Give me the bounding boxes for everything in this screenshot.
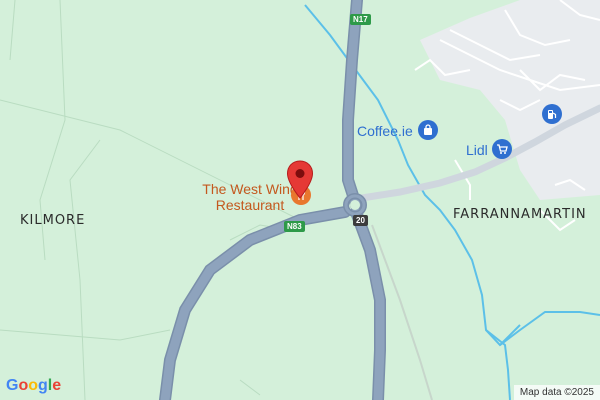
google-logo: Google [6, 377, 62, 394]
map-attribution[interactable]: Map data ©2025 [513, 385, 600, 400]
place-label-farrannamartin: FARRANNAMARTIN [453, 207, 587, 222]
poi-label-coffee[interactable]: Coffee.ie [357, 123, 413, 139]
map-canvas[interactable]: N17 N83 20 KILMORE FARRANNAMARTIN Coffee… [0, 0, 600, 400]
place-label-kilmore: KILMORE [20, 213, 86, 228]
road-shield-n17: N17 [350, 14, 371, 25]
map-pin-icon[interactable] [286, 160, 314, 200]
poi-label-lidl[interactable]: Lidl [466, 142, 488, 158]
road-shield-n83: N83 [284, 221, 305, 232]
built-up-area [420, 0, 600, 200]
road-shield-20: 20 [353, 215, 368, 226]
shopping-bag-icon[interactable] [418, 120, 438, 140]
fuel-pump-icon[interactable] [542, 104, 562, 124]
shopping-cart-icon[interactable] [492, 139, 512, 159]
